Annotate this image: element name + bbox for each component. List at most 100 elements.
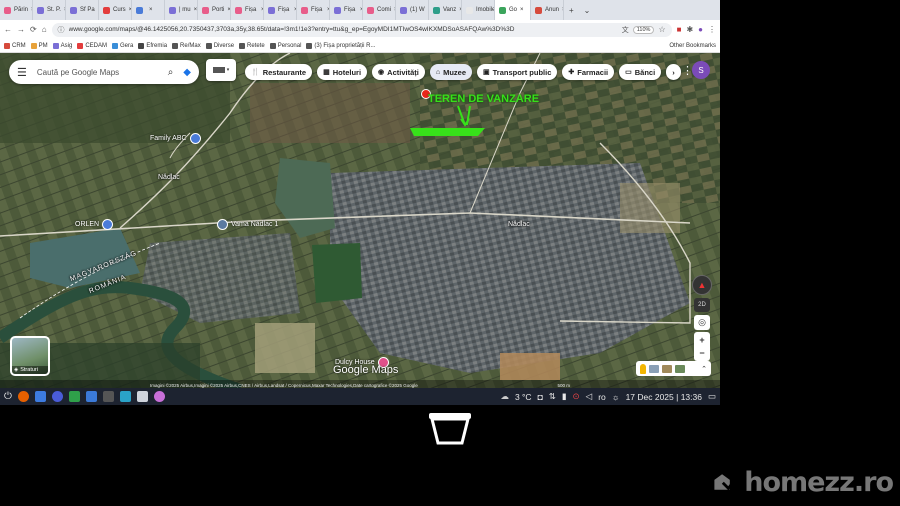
bookmark-item[interactable]: CRM	[4, 42, 26, 49]
reload-icon[interactable]: ⟳	[30, 25, 37, 34]
bookmark-star-icon[interactable]: ☆	[658, 25, 665, 34]
forward-icon[interactable]: →	[17, 25, 25, 34]
bookmark-item[interactable]: CEDAM	[77, 42, 107, 49]
files-icon[interactable]	[34, 391, 46, 402]
home-icon[interactable]: ⌂	[42, 25, 47, 34]
extensions-icon[interactable]: ✱	[686, 25, 693, 34]
bookmark-item[interactable]: Efremia	[138, 42, 167, 49]
volume-icon[interactable]: ◁	[586, 391, 593, 402]
zoom-in-button[interactable]: +	[699, 334, 704, 347]
browser-tab[interactable]: Vanz×	[429, 0, 462, 20]
other-bookmarks[interactable]: Other Bookmarks	[669, 43, 716, 49]
chip-transit[interactable]: ▣ Transport public	[477, 64, 558, 80]
avatar[interactable]: S	[692, 61, 710, 79]
temperature[interactable]: 3 °C	[515, 392, 532, 402]
firefox-icon[interactable]	[17, 391, 29, 402]
search-placeholder[interactable]: Caută pe Google Maps	[37, 68, 158, 77]
browser-tab[interactable]: Comi×	[363, 0, 396, 20]
bookmark-item[interactable]: Personal	[269, 42, 301, 49]
sheets-icon[interactable]	[68, 391, 80, 402]
bookmark-item[interactable]: (3) Fișa proprietății R...	[306, 42, 375, 49]
search-icon[interactable]: ⌕	[168, 67, 174, 78]
browser-tab[interactable]: Fișa ⁠×	[297, 0, 330, 20]
browser-tab[interactable]: Curs ×	[99, 0, 132, 20]
pegman-icon[interactable]	[640, 363, 646, 374]
show-desktop-icon[interactable]: ▭	[708, 391, 716, 402]
bookmark-item[interactable]: PM	[30, 42, 48, 49]
tab-close-icon[interactable]: ×	[194, 7, 197, 13]
tab-close-icon[interactable]: ×	[149, 7, 153, 13]
wifi-icon[interactable]: ⊙	[573, 391, 580, 402]
expand-icon[interactable]: ⌃	[701, 365, 707, 373]
browser-tab[interactable]: Go ×	[495, 0, 531, 20]
browser-tab[interactable]: Porti ×	[198, 0, 231, 20]
directions-icon[interactable]: ◆	[183, 67, 191, 78]
layers-thumbnail[interactable]: ◈ Straturi	[10, 336, 50, 376]
bookmark-item[interactable]: Gera	[112, 42, 133, 49]
chip-pharmacy[interactable]: ✚ Farmacii	[562, 64, 615, 80]
new-tab-icon[interactable]: +	[564, 6, 579, 15]
profile-icon[interactable]: ●	[698, 25, 703, 34]
site-info-icon[interactable]: ⓘ	[58, 25, 65, 35]
calculator-icon[interactable]	[102, 391, 114, 402]
back-icon[interactable]: ←	[4, 25, 12, 34]
layer-toggle-button[interactable]: ▾	[206, 59, 236, 81]
zoom-out-button[interactable]: −	[699, 347, 704, 360]
tab-list-icon[interactable]: ⌄	[579, 6, 596, 15]
network-icon[interactable]: ⇅	[549, 391, 556, 402]
chip-hotel[interactable]: ▦ Hoteluri	[317, 64, 368, 80]
photo-thumb[interactable]	[649, 364, 659, 373]
docs-icon[interactable]	[85, 391, 97, 402]
browser-tab[interactable]: St. P.×	[33, 0, 66, 20]
bookmark-item[interactable]: Re/Max	[172, 42, 201, 49]
browser-tab[interactable]: | mu ×	[165, 0, 198, 20]
browser-tab[interactable]: Fișa ⁠×	[330, 0, 363, 20]
chip-museum[interactable]: ⌂ Muzee	[429, 64, 472, 80]
menu-hamburger-icon[interactable]: ☰	[17, 66, 27, 79]
translate-icon[interactable]: 文	[622, 25, 629, 35]
toggle-2d-button[interactable]: 2D	[694, 298, 710, 312]
bookmark-item[interactable]: Diverse	[205, 42, 234, 49]
browser-tab[interactable]: Fișa ⁠×	[231, 0, 264, 20]
chip-restaurant[interactable]: 🍴 Restaurante	[245, 64, 313, 80]
battery-icon[interactable]: ▮	[562, 391, 567, 402]
chip-activity[interactable]: ◉ Activități	[372, 64, 425, 80]
weather-icon[interactable]: ☁	[500, 391, 509, 402]
browser-tab[interactable]: ×	[132, 0, 165, 20]
fuel-pin-icon	[102, 219, 114, 230]
poi-orlen[interactable]: ORLEN	[75, 219, 114, 230]
chip-bank[interactable]: ▭ Bănci	[619, 64, 662, 80]
my-location-icon[interactable]: ◎	[694, 315, 710, 330]
browser-tab[interactable]: Anun×	[531, 0, 564, 20]
bookmark-item[interactable]: Asig	[52, 42, 72, 49]
poi-vama-nadlac[interactable]: Vama Nădlac 1	[217, 219, 278, 230]
clock[interactable]: 17 Dec 2025 | 13:36	[626, 392, 702, 402]
compass-icon[interactable]: ▲	[692, 275, 712, 295]
tab-close-icon[interactable]: ×	[520, 7, 524, 13]
bookmark-item[interactable]: Retete	[239, 42, 265, 49]
browser-tab[interactable]: Părin×	[0, 0, 33, 20]
maps-search-box[interactable]: ☰ Caută pe Google Maps ⌕ ◆	[9, 60, 199, 84]
menu-icon[interactable]: ⋮	[708, 25, 716, 34]
text-editor-icon[interactable]	[136, 391, 148, 402]
notifications-icon[interactable]: ☼	[612, 392, 620, 402]
zoom-badge[interactable]: 110%	[632, 25, 655, 34]
map-canvas[interactable]: ☰ Caută pe Google Maps ⌕ ◆ ▾ 🍴 Restaurant…	[0, 53, 720, 390]
browser-tab[interactable]: Sf Pa×	[66, 0, 99, 20]
photo-thumb[interactable]	[675, 364, 685, 373]
tray-app-icon[interactable]: ◘	[538, 392, 543, 402]
browser-tab[interactable]: Imobile×	[462, 0, 495, 20]
browser-tab[interactable]: (1) W×	[396, 0, 429, 20]
address-bar[interactable]: ⓘ www.google.com/maps/@46.1425056,20.735…	[51, 22, 672, 37]
google-apps-icon[interactable]: ⋮⋮	[671, 64, 693, 77]
language-indicator[interactable]: ro	[598, 392, 606, 402]
app-icon[interactable]	[153, 391, 165, 402]
scale-label[interactable]: 500 m	[557, 383, 570, 388]
extension-icon[interactable]: ■	[677, 25, 682, 34]
chrome-icon[interactable]	[51, 391, 63, 402]
start-menu-icon[interactable]: ⏻	[4, 391, 12, 402]
photo-thumb[interactable]	[662, 364, 672, 373]
monitor-icon[interactable]	[119, 391, 131, 402]
browser-tab[interactable]: Fișa ⁠×	[264, 0, 297, 20]
poi-family-abc[interactable]: Family ABC	[150, 133, 201, 144]
